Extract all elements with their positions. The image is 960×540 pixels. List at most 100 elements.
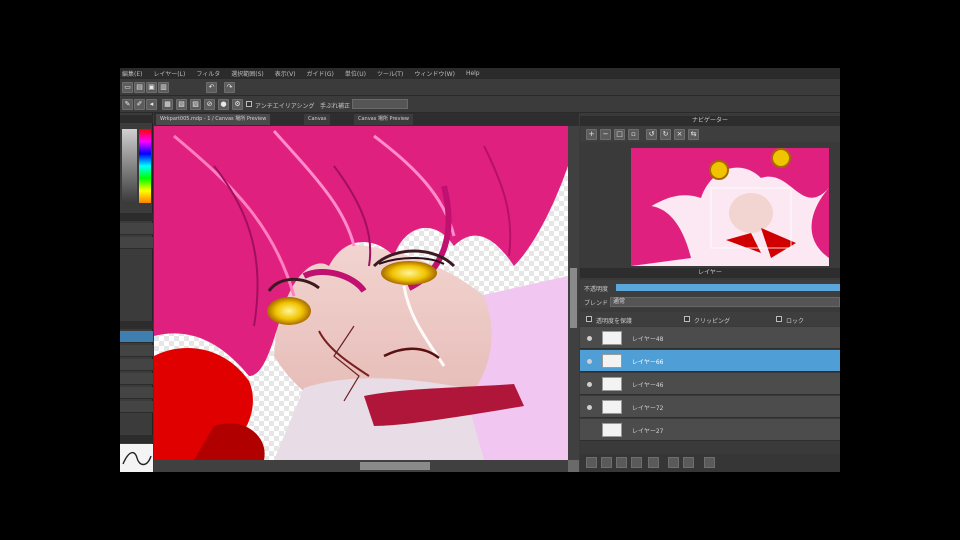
protect-alpha-checkbox[interactable]: [586, 316, 592, 322]
ruler-icon[interactable]: ⊘: [204, 99, 215, 110]
brush-size-row[interactable]: [120, 223, 153, 235]
reset-rotation-icon[interactable]: ×: [674, 129, 685, 140]
hue-spectrum[interactable]: [139, 129, 151, 203]
zoom-out-icon[interactable]: −: [600, 129, 611, 140]
tab-canvas-main[interactable]: Wrkpart005.mdp - 1 / Canvas 場所 Preview: [156, 114, 271, 125]
layer-row[interactable]: レイヤー27: [580, 419, 840, 441]
rotate-left-icon[interactable]: ↺: [646, 129, 657, 140]
crop-icon[interactable]: ▨: [190, 99, 201, 110]
undo-icon[interactable]: ↶: [206, 82, 217, 93]
brush-item[interactable]: [120, 345, 153, 357]
visibility-eye-icon[interactable]: [587, 359, 592, 364]
layer-name: レイヤー66: [632, 359, 664, 366]
redo-icon[interactable]: ↷: [224, 82, 235, 93]
brush-tool-icon[interactable]: ✎: [122, 99, 133, 110]
blend-mode-select[interactable]: 通常: [610, 297, 840, 307]
settings-icon[interactable]: ⚙: [232, 99, 243, 110]
brush-opacity-row[interactable]: [120, 237, 153, 249]
grid-icon[interactable]: ▦: [162, 99, 173, 110]
stroke-preview-header: [120, 435, 153, 443]
visibility-eye-icon[interactable]: [587, 336, 592, 341]
layer-name: レイヤー72: [632, 405, 664, 412]
layer-row[interactable]: レイヤー46: [580, 373, 840, 395]
snap-icon[interactable]: ▧: [176, 99, 187, 110]
new-halftone-layer-icon[interactable]: [601, 457, 612, 468]
visibility-eye-icon[interactable]: [587, 382, 592, 387]
menu-guide[interactable]: ガイド(G): [307, 69, 334, 78]
opacity-slider[interactable]: [616, 284, 840, 291]
duplicate-layer-icon[interactable]: [668, 457, 679, 468]
layer-row[interactable]: レイヤー72: [580, 396, 840, 418]
top-letterbox: [120, 0, 840, 68]
new-8bit-layer-icon[interactable]: [616, 457, 627, 468]
menu-filter[interactable]: フィルタ: [196, 69, 220, 78]
layer-panel-header: レイヤー: [580, 268, 840, 278]
navigator-thumbnail[interactable]: [631, 148, 829, 266]
menu-window[interactable]: ウィンドウ(W): [414, 69, 455, 78]
lock-label: ロック: [786, 318, 805, 325]
new-file-icon[interactable]: ▭: [122, 82, 133, 93]
new-layer-icon[interactable]: [586, 457, 597, 468]
new-1bit-layer-icon[interactable]: [631, 457, 642, 468]
menu-unit[interactable]: 単位(U): [345, 69, 366, 78]
artwork-illustration: [154, 126, 568, 460]
navigator-toolbar: + − □ ▫ ↺ ↻ × ⇆: [580, 126, 840, 142]
correction-select[interactable]: [352, 99, 408, 109]
menu-edit[interactable]: 編集(E): [122, 69, 142, 78]
bottom-letterbox: [120, 472, 840, 540]
delete-layer-icon[interactable]: [704, 457, 715, 468]
layer-thumbnail: [602, 331, 622, 345]
new-folder-icon[interactable]: [648, 457, 659, 468]
export-icon[interactable]: ▥: [158, 82, 169, 93]
clipping-checkbox[interactable]: [684, 316, 690, 322]
actual-size-icon[interactable]: ▫: [628, 129, 639, 140]
antialias-label: アンチエイリアシング: [255, 103, 315, 110]
layer-thumbnail: [602, 423, 622, 437]
fit-view-icon[interactable]: □: [614, 129, 625, 140]
clipping-label: クリッピング: [694, 318, 731, 325]
brush-item[interactable]: [120, 373, 153, 385]
save-file-icon[interactable]: ▣: [146, 82, 157, 93]
left-pillarbox: [0, 0, 120, 540]
rotate-right-icon[interactable]: ↻: [660, 129, 671, 140]
layer-thumbnail: [602, 354, 622, 368]
color-shade-picker[interactable]: [122, 129, 137, 203]
lock-checkbox[interactable]: [776, 316, 782, 322]
pen-tool-icon[interactable]: ✐: [134, 99, 145, 110]
brush-item[interactable]: [120, 401, 153, 413]
drawing-canvas[interactable]: [154, 126, 579, 472]
antialias-checkbox[interactable]: [246, 101, 252, 107]
layer-row-selected[interactable]: レイヤー66: [580, 350, 840, 372]
menu-view[interactable]: 表示(V): [275, 69, 296, 78]
layer-name: レイヤー27: [632, 428, 664, 435]
brush-item[interactable]: [120, 359, 153, 371]
flip-icon[interactable]: ⇆: [688, 129, 699, 140]
open-file-icon[interactable]: ▤: [134, 82, 145, 93]
horizontal-scroll-thumb[interactable]: [360, 462, 430, 470]
layer-row[interactable]: レイヤー48: [580, 327, 840, 349]
layer-thumbnail: [602, 400, 622, 414]
blend-label: ブレンド: [584, 300, 609, 307]
menu-tool[interactable]: ツール(T): [377, 69, 403, 78]
visibility-eye-icon[interactable]: [587, 405, 592, 410]
color-panel-header: [120, 115, 153, 123]
layer-name: レイヤー48: [632, 336, 664, 343]
menu-help[interactable]: Help: [466, 70, 480, 77]
stroke-preview-curve: [122, 451, 152, 466]
tab-canvas-preview[interactable]: Canvas 場所 Preview: [354, 114, 413, 125]
menu-layer[interactable]: レイヤー(L): [153, 69, 185, 78]
layer-name: レイヤー46: [632, 382, 664, 389]
menu-select[interactable]: 選択範囲(S): [231, 69, 264, 78]
tab-canvas[interactable]: Canvas: [304, 114, 331, 125]
zoom-in-icon[interactable]: +: [586, 129, 597, 140]
layer-panel-footer: [580, 454, 840, 472]
circle-icon[interactable]: ●: [218, 99, 229, 110]
brush-item[interactable]: [120, 331, 153, 343]
paint-app-window: 編集(E) レイヤー(L) フィルタ 選択範囲(S) 表示(V) ガイド(G) …: [120, 68, 840, 472]
tool-options-bar: ✎ ✐ ◂ ▦ ▧ ▨ ⊘ ● ⚙ アンチエイリアシング 手ぶれ補正: [120, 96, 840, 113]
vertical-scroll-thumb[interactable]: [570, 268, 577, 328]
brush-item[interactable]: [120, 387, 153, 399]
select-tool-icon[interactable]: ◂: [146, 99, 157, 110]
stroke-preview: [120, 444, 153, 472]
merge-down-icon[interactable]: [683, 457, 694, 468]
